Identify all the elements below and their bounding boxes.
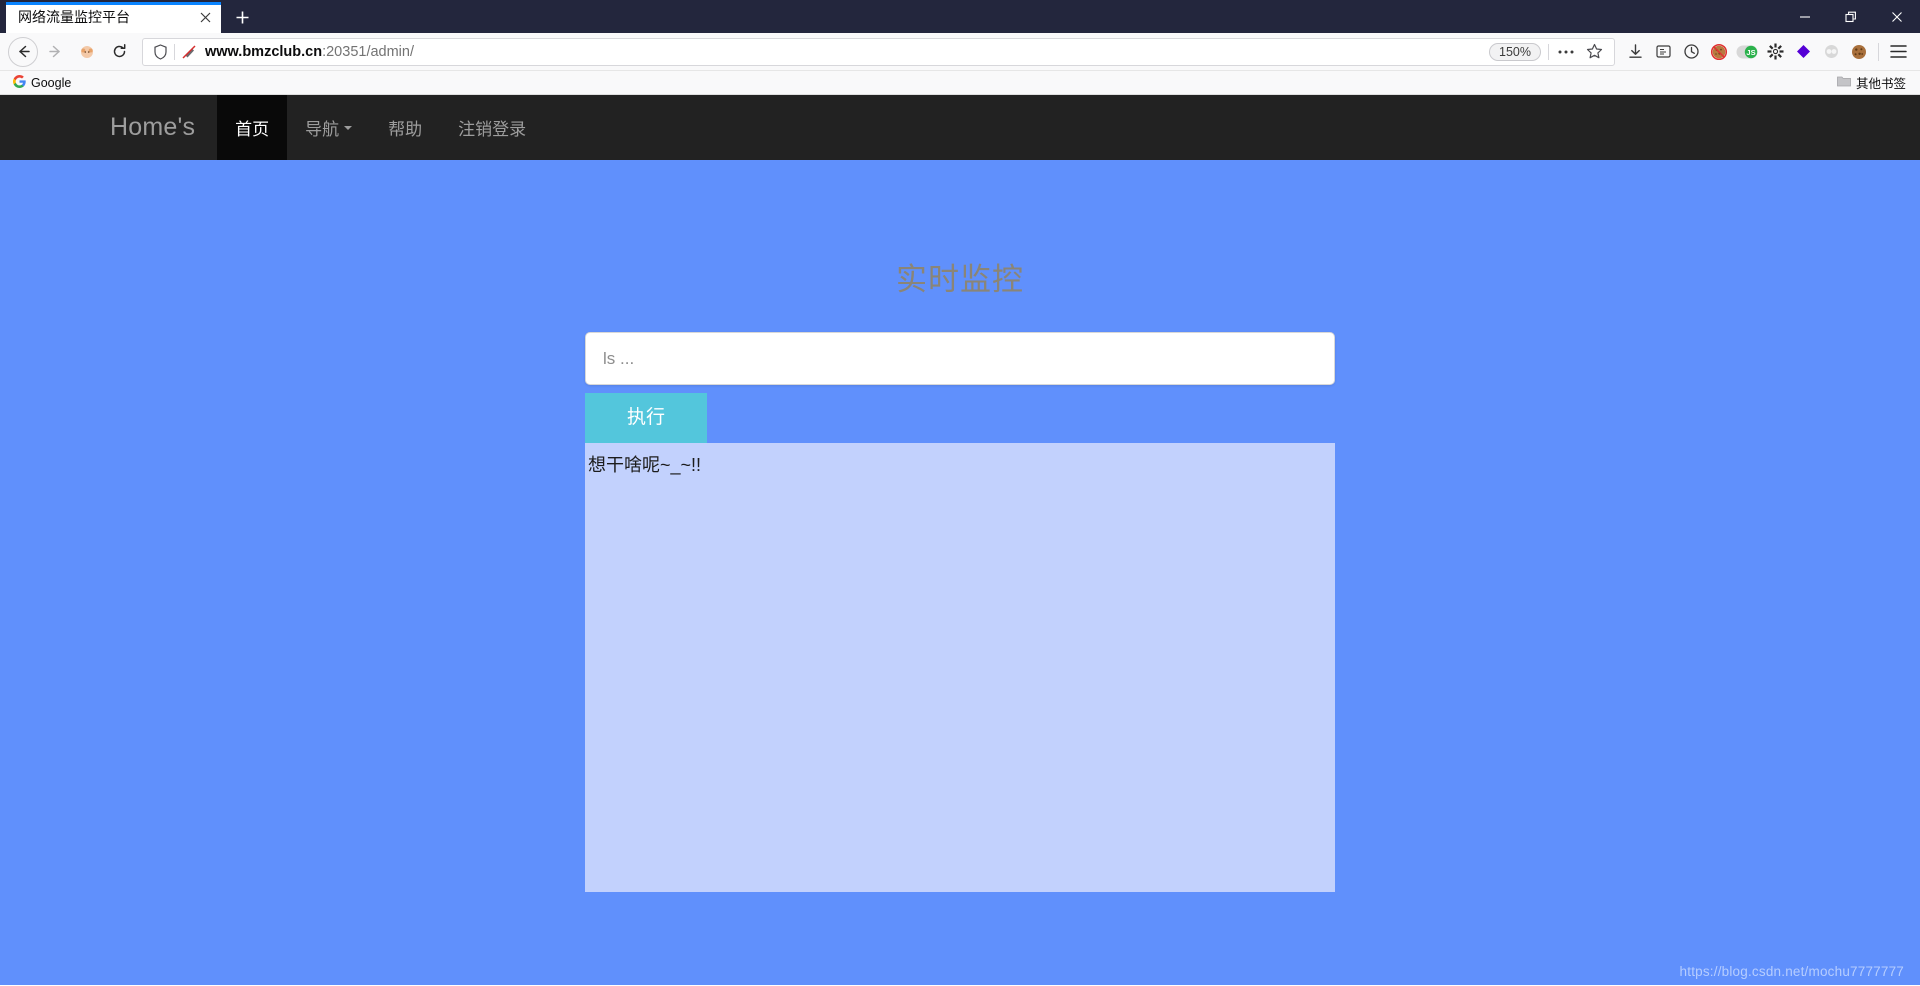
bookmarks-bar: Google 其他书签 bbox=[0, 71, 1920, 95]
nav-item-navigation[interactable]: 导航 bbox=[287, 95, 370, 160]
star-icon[interactable] bbox=[1580, 37, 1608, 67]
diamond-extension-icon[interactable] bbox=[1789, 37, 1817, 67]
nav-item-logout[interactable]: 注销登录 bbox=[440, 95, 544, 160]
forward-arrow-icon[interactable] bbox=[40, 37, 70, 67]
tab-accent-bar bbox=[6, 2, 221, 5]
browser-window: 网络流量监控平台 www.bmzclub.cn:20351/admin/ 150… bbox=[0, 0, 1920, 986]
hamburger-menu-icon[interactable] bbox=[1884, 37, 1912, 67]
command-output: 想干啥呢~_~!! bbox=[585, 443, 1335, 892]
nav-item-help-label: 帮助 bbox=[388, 120, 423, 139]
chevron-down-icon bbox=[344, 125, 353, 130]
browser-navigation-bar: www.bmzclub.cn:20351/admin/ 150% JS bbox=[0, 33, 1920, 71]
page-viewport: Home's 首页 导航 帮助 注销登录 实时监控 执行 想干啥呢~_~!! h… bbox=[0, 95, 1920, 985]
account-avatar-icon[interactable] bbox=[72, 37, 102, 67]
history-clock-icon[interactable] bbox=[1677, 37, 1705, 67]
watermark: https://blog.csdn.net/mochu7777777 bbox=[1679, 964, 1904, 979]
toolbar-divider bbox=[1878, 42, 1879, 61]
plus-icon[interactable] bbox=[225, 2, 259, 33]
browser-titlebar: 网络流量监控平台 bbox=[0, 0, 1920, 33]
page-title: 实时监控 bbox=[896, 262, 1024, 297]
javascript-toggle-icon[interactable]: JS bbox=[1733, 37, 1761, 67]
reader-mode-icon[interactable] bbox=[1649, 37, 1677, 67]
execute-button[interactable]: 执行 bbox=[585, 393, 707, 443]
url-host: www.bmzclub.cn bbox=[205, 43, 323, 60]
command-input[interactable] bbox=[585, 332, 1335, 385]
back-arrow-icon[interactable] bbox=[8, 36, 38, 67]
google-icon bbox=[13, 74, 26, 91]
window-controls bbox=[1782, 0, 1920, 33]
tab-title: 网络流量监控平台 bbox=[18, 9, 130, 25]
close-icon[interactable] bbox=[1874, 0, 1920, 33]
tracker-blocked-icon[interactable] bbox=[178, 41, 200, 63]
nav-item-help[interactable]: 帮助 bbox=[370, 95, 440, 160]
svg-text:JS: JS bbox=[1746, 48, 1755, 57]
ellipsis-icon[interactable] bbox=[1552, 37, 1580, 67]
download-icon[interactable] bbox=[1621, 37, 1649, 67]
cookie-manager-icon[interactable] bbox=[1845, 37, 1873, 67]
bookmark-google-label: Google bbox=[31, 75, 72, 90]
gear-icon[interactable] bbox=[1761, 37, 1789, 67]
restore-icon[interactable] bbox=[1828, 0, 1874, 33]
zoom-level-badge[interactable]: 150% bbox=[1489, 42, 1541, 61]
address-divider-2 bbox=[1548, 43, 1549, 60]
nav-item-home[interactable]: 首页 bbox=[217, 95, 288, 160]
shield-icon[interactable] bbox=[149, 41, 171, 63]
address-bar[interactable]: www.bmzclub.cn:20351/admin/ 150% bbox=[142, 37, 1615, 67]
cookie-blocked-icon[interactable] bbox=[1705, 37, 1733, 67]
nav-item-navigation-label: 导航 bbox=[305, 120, 340, 139]
folder-icon bbox=[1837, 75, 1851, 90]
command-panel: 执行 想干啥呢~_~!! bbox=[585, 332, 1335, 892]
nav-item-home-label: 首页 bbox=[235, 120, 270, 139]
bookmark-other-folder[interactable]: 其他书签 bbox=[1837, 73, 1912, 92]
site-navbar: Home's 首页 导航 帮助 注销登录 bbox=[0, 95, 1920, 160]
reload-icon[interactable] bbox=[104, 37, 134, 67]
minimize-icon[interactable] bbox=[1782, 0, 1828, 33]
nav-item-logout-label: 注销登录 bbox=[458, 120, 527, 139]
proxy-extension-icon[interactable] bbox=[1817, 37, 1845, 67]
bookmark-google[interactable]: Google bbox=[8, 74, 76, 92]
browser-tab[interactable]: 网络流量监控平台 bbox=[6, 2, 221, 33]
address-bar-url: www.bmzclub.cn:20351/admin/ bbox=[205, 44, 1489, 60]
site-brand[interactable]: Home's bbox=[88, 95, 217, 160]
bookmark-other-label: 其他书签 bbox=[1855, 77, 1906, 91]
close-icon[interactable] bbox=[195, 8, 215, 28]
address-divider bbox=[174, 43, 175, 60]
address-bar-trailing: 150% bbox=[1489, 37, 1608, 67]
url-path: :20351/admin/ bbox=[322, 43, 414, 60]
